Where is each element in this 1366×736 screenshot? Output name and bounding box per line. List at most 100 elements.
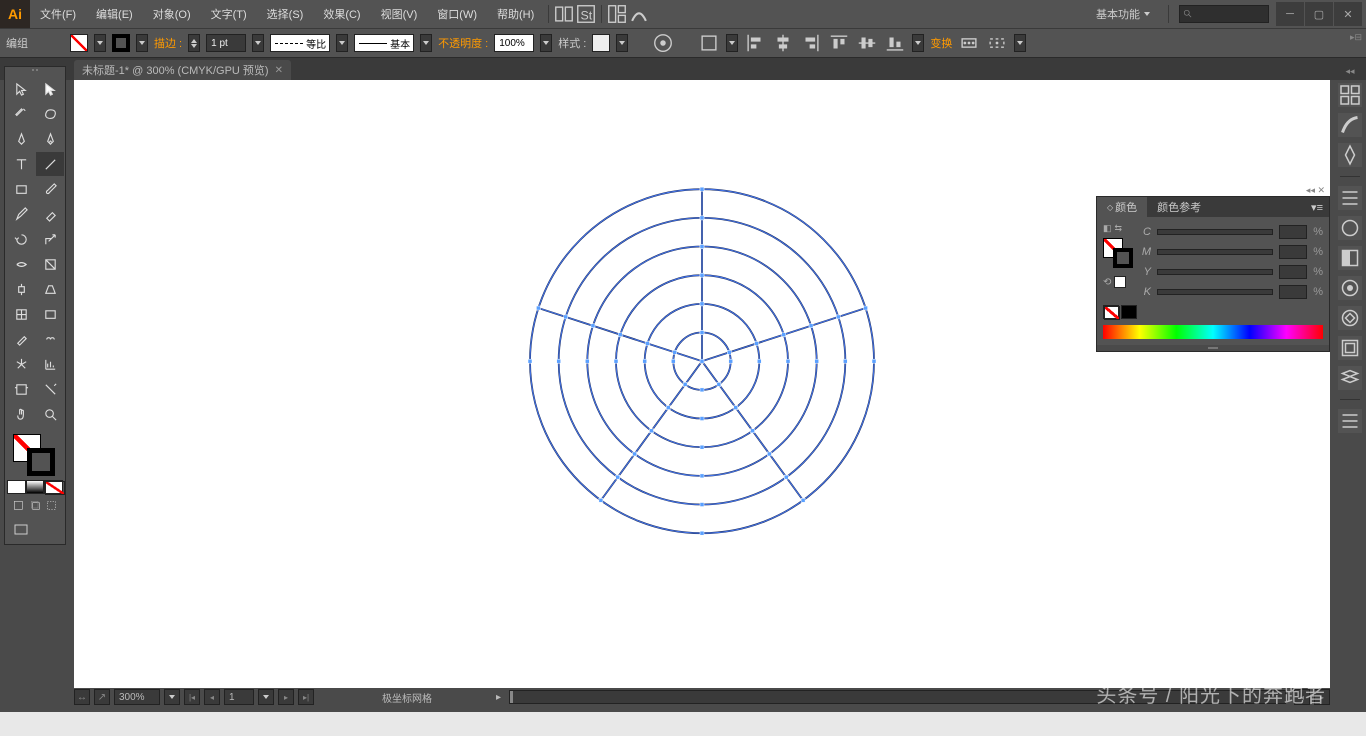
- align-bottom-icon[interactable]: [884, 32, 906, 54]
- last-artboard[interactable]: ▸|: [298, 689, 314, 705]
- align-top-icon[interactable]: [828, 32, 850, 54]
- panel-fill-stroke[interactable]: [1103, 238, 1133, 268]
- dock-gradient-icon[interactable]: [1338, 246, 1362, 270]
- toolbox-stroke[interactable]: [27, 448, 55, 476]
- next-artboard[interactable]: ▸: [278, 689, 294, 705]
- window-close[interactable]: ✕: [1334, 2, 1362, 26]
- panel-collapse[interactable]: ◂◂ ✕: [1306, 185, 1325, 196]
- artboard-nav-icon[interactable]: ↔: [74, 689, 90, 705]
- tool-pen[interactable]: [7, 127, 35, 151]
- menu-5[interactable]: 效果(C): [313, 0, 370, 28]
- fill-dropdown[interactable]: [94, 34, 106, 52]
- gpu-icon[interactable]: [628, 3, 650, 25]
- tool-paintbrush[interactable]: [36, 177, 64, 201]
- fill-stroke-control[interactable]: [7, 430, 63, 478]
- tool-graph[interactable]: [36, 352, 64, 376]
- toolbox-gradient-mode[interactable]: [26, 480, 45, 494]
- dock-libraries-icon[interactable]: [1338, 409, 1362, 433]
- dock-symbols-icon[interactable]: [1338, 336, 1362, 360]
- tool-direct-selection[interactable]: [36, 77, 64, 101]
- stroke-stepper[interactable]: [188, 34, 200, 52]
- style-swatch[interactable]: [592, 34, 610, 52]
- menu-4[interactable]: 选择(S): [257, 0, 314, 28]
- dock-stroke-icon[interactable]: [1338, 216, 1362, 240]
- canvas[interactable]: [74, 80, 1330, 688]
- panel-tab-color-guide[interactable]: 颜色参考: [1147, 197, 1211, 217]
- menu-2[interactable]: 对象(O): [143, 0, 201, 28]
- slider-M[interactable]: [1157, 249, 1273, 255]
- dock-layers-icon[interactable]: [1338, 83, 1362, 107]
- tool-line-segment[interactable]: [36, 152, 64, 176]
- dock-layers2-icon[interactable]: [1338, 366, 1362, 390]
- tool-lasso[interactable]: [36, 102, 64, 126]
- tool-blend[interactable]: [36, 327, 64, 351]
- tool-rectangle[interactable]: [7, 177, 35, 201]
- export-icon[interactable]: ↗: [94, 689, 110, 705]
- tool-curvature[interactable]: [36, 127, 64, 151]
- layout-icon-1[interactable]: [553, 3, 575, 25]
- prev-artboard[interactable]: ◂: [204, 689, 220, 705]
- window-minimize[interactable]: ─: [1276, 2, 1304, 26]
- dock-appearance-icon[interactable]: [1338, 306, 1362, 330]
- dock-color-icon[interactable]: [1338, 186, 1362, 210]
- tab-close-icon[interactable]: ✕: [275, 65, 283, 76]
- transform-label[interactable]: 变换: [930, 35, 952, 51]
- first-artboard[interactable]: |◂: [184, 689, 200, 705]
- tool-perspective[interactable]: [36, 277, 64, 301]
- status-menu[interactable]: ▸: [496, 692, 501, 703]
- arrange-icon[interactable]: [606, 3, 628, 25]
- toolbox-none-mode[interactable]: [44, 480, 63, 494]
- menu-6[interactable]: 视图(V): [371, 0, 428, 28]
- recolor-icon[interactable]: [652, 32, 674, 54]
- tool-scale[interactable]: [36, 227, 64, 251]
- collapse-controlbar[interactable]: ▸⊟: [1350, 32, 1362, 43]
- align-1-icon[interactable]: [698, 32, 720, 54]
- align-middle-icon[interactable]: [856, 32, 878, 54]
- tool-type[interactable]: [7, 152, 35, 176]
- menu-1[interactable]: 编辑(E): [86, 0, 143, 28]
- dock-brushes-icon[interactable]: [1338, 113, 1362, 137]
- edit-content-icon[interactable]: [986, 32, 1008, 54]
- stroke-dropdown[interactable]: [136, 34, 148, 52]
- draw-normal-icon[interactable]: [13, 498, 24, 514]
- black-swatch[interactable]: [1121, 305, 1137, 319]
- slider-K[interactable]: [1157, 289, 1273, 295]
- dock-transparency-icon[interactable]: [1338, 276, 1362, 300]
- toolbox-color-mode[interactable]: [7, 480, 26, 494]
- screen-mode-icon[interactable]: [13, 522, 29, 538]
- tool-pencil[interactable]: [7, 202, 35, 226]
- tool-gradient[interactable]: [36, 302, 64, 326]
- isolate-icon[interactable]: [958, 32, 980, 54]
- search-input[interactable]: [1179, 5, 1269, 23]
- value-Y[interactable]: [1279, 265, 1307, 279]
- stroke-swatch[interactable]: [112, 34, 130, 52]
- tool-shape-builder[interactable]: [7, 277, 35, 301]
- slider-C[interactable]: [1157, 229, 1273, 235]
- grayscale-toggle-icon[interactable]: ◧: [1103, 223, 1112, 234]
- layout-icon-2[interactable]: St: [575, 3, 597, 25]
- menu-0[interactable]: 文件(F): [30, 0, 86, 28]
- draw-behind-icon[interactable]: [30, 498, 41, 514]
- workspace-switcher[interactable]: 基本功能: [1088, 6, 1158, 22]
- tool-magic-wand[interactable]: [7, 102, 35, 126]
- value-M[interactable]: [1279, 245, 1307, 259]
- window-restore[interactable]: ▢: [1305, 2, 1333, 26]
- tool-mesh[interactable]: [7, 302, 35, 326]
- value-C[interactable]: [1279, 225, 1307, 239]
- align-left-icon[interactable]: [744, 32, 766, 54]
- tool-slice[interactable]: [36, 377, 64, 401]
- dock-swatches-icon[interactable]: [1338, 143, 1362, 167]
- none-swatch[interactable]: [1103, 305, 1119, 319]
- fill-swatch[interactable]: [70, 34, 88, 52]
- stroke-width-input[interactable]: 1 pt: [206, 34, 246, 52]
- tool-zoom[interactable]: [36, 402, 64, 426]
- panel-menu-icon[interactable]: ▾≡: [1305, 201, 1329, 214]
- tool-selection[interactable]: [7, 77, 35, 101]
- tool-width[interactable]: [7, 252, 35, 276]
- align-center-icon[interactable]: [772, 32, 794, 54]
- tool-artboard[interactable]: [7, 377, 35, 401]
- menu-3[interactable]: 文字(T): [201, 0, 257, 28]
- draw-inside-icon[interactable]: [46, 498, 57, 514]
- tool-eraser[interactable]: [36, 202, 64, 226]
- tool-eyedropper[interactable]: [7, 327, 35, 351]
